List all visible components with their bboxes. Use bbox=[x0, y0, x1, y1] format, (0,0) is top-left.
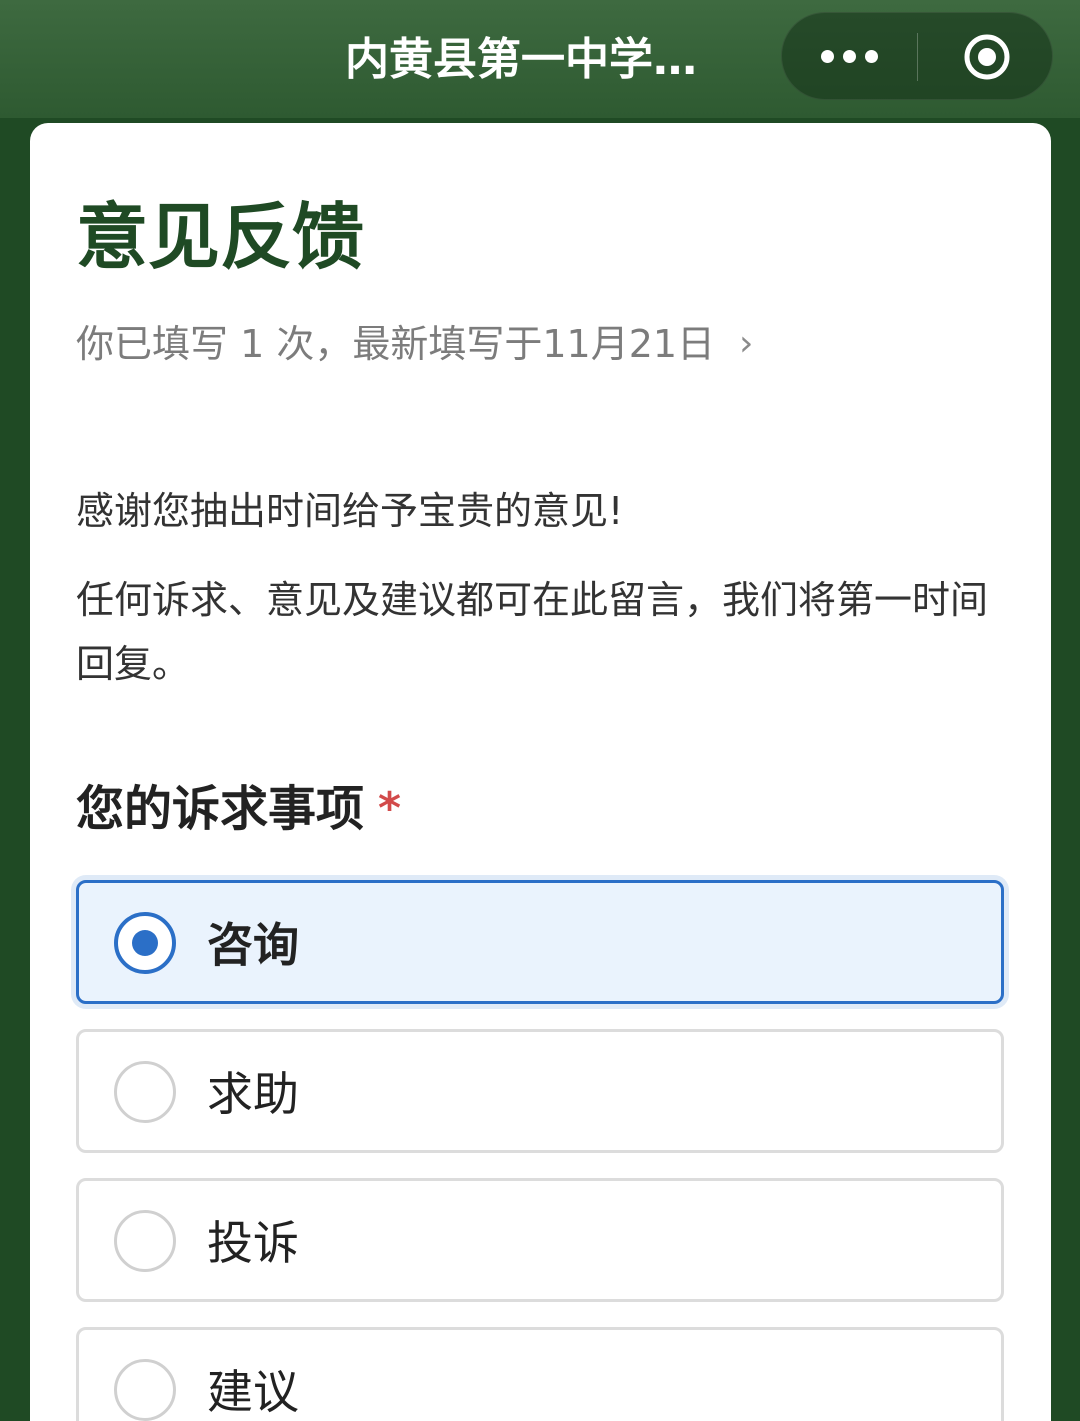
more-button[interactable] bbox=[782, 13, 917, 101]
radio-button-checked[interactable] bbox=[114, 912, 176, 974]
chevron-right-icon: › bbox=[739, 323, 754, 364]
option-consult[interactable]: 咨询 bbox=[76, 880, 1004, 1004]
option-label: 投诉 bbox=[207, 1216, 299, 1270]
radio-button[interactable] bbox=[114, 1210, 176, 1272]
page-title: 意见反馈 bbox=[76, 195, 365, 279]
option-label: 咨询 bbox=[207, 918, 299, 972]
top-navigation-bar: 内黄县第一中学… bbox=[0, 0, 1080, 118]
option-suggestion[interactable]: 建议 bbox=[76, 1327, 1004, 1421]
option-label: 建议 bbox=[207, 1365, 299, 1419]
radio-button[interactable] bbox=[114, 1061, 176, 1123]
option-help[interactable]: 求助 bbox=[76, 1029, 1004, 1153]
option-label: 求助 bbox=[207, 1067, 299, 1121]
target-close-icon bbox=[964, 34, 1010, 80]
question-label: 您的诉求事项 * bbox=[76, 777, 401, 841]
question-title: 您的诉求事项 bbox=[76, 781, 365, 837]
close-mini-program-button[interactable] bbox=[918, 13, 1054, 101]
mini-program-capsule bbox=[781, 12, 1053, 100]
feedback-form-card: 意见反馈 你已填写 1 次，最新填写于11月21日 › 感谢您抽出时间给予宝贵的意… bbox=[30, 123, 1051, 1421]
radio-selected-dot bbox=[132, 930, 158, 956]
more-dots-icon bbox=[821, 50, 879, 64]
required-asterisk: * bbox=[378, 783, 402, 834]
option-complaint[interactable]: 投诉 bbox=[76, 1178, 1004, 1302]
radio-button[interactable] bbox=[114, 1359, 176, 1421]
intro-thanks-text: 感谢您抽出时间给予宝贵的意见! bbox=[76, 489, 624, 533]
submission-history-link[interactable]: 你已填写 1 次，最新填写于11月21日 › bbox=[76, 316, 753, 372]
app-title: 内黄县第一中学… bbox=[345, 34, 697, 85]
submission-history-text: 你已填写 1 次，最新填写于11月21日 bbox=[76, 322, 716, 366]
intro-description-text: 任何诉求、意见及建议都可在此留言，我们将第一时间回复。 bbox=[76, 578, 989, 686]
